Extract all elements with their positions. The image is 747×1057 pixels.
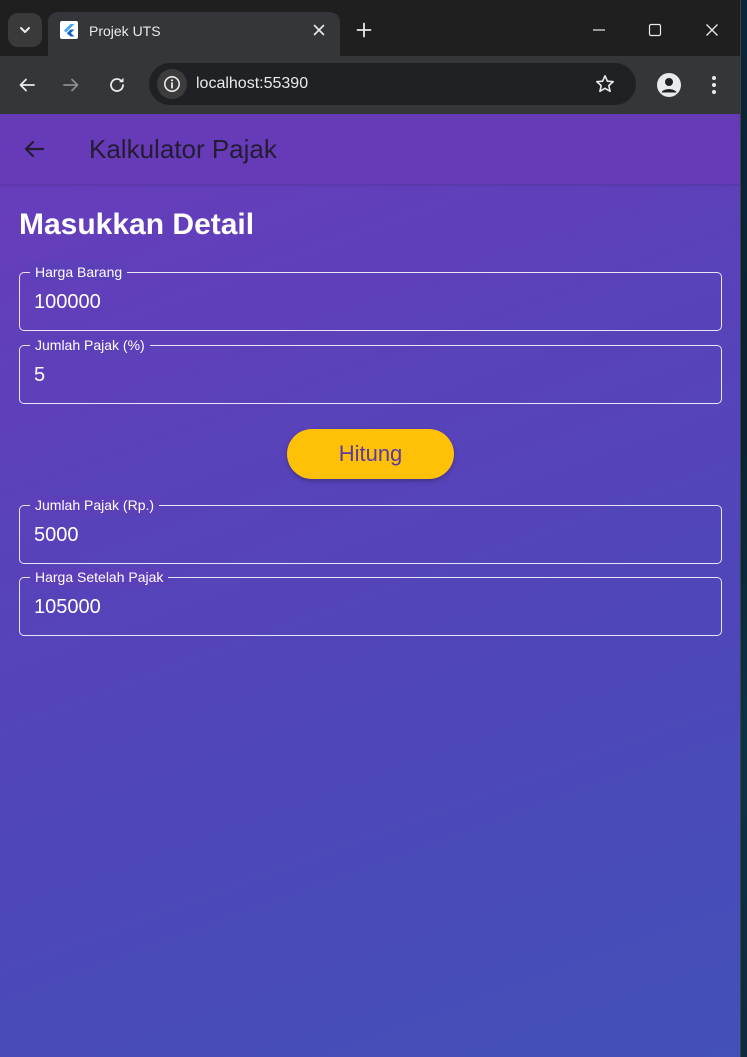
url-text[interactable]: localhost:55390 (196, 75, 308, 93)
app-bar: Kalkulator Pajak (0, 114, 740, 184)
section-heading: Masukkan Detail (19, 208, 255, 241)
hitung-button[interactable]: Hitung (287, 429, 454, 479)
harga-barang-field: Harga Barang (19, 263, 722, 331)
tab-projek-uts[interactable]: Projek UTS (48, 12, 340, 56)
jumlah-pajak-rp-label: Jumlah Pajak (Rp.) (30, 496, 160, 514)
maximize-button[interactable] (643, 18, 667, 42)
address-bar[interactable]: localhost:55390 (149, 63, 636, 105)
browser-menu-button[interactable] (700, 71, 728, 99)
plus-icon (356, 22, 372, 38)
harga-setelah-pajak-field: Harga Setelah Pajak (19, 568, 722, 636)
harga-barang-input[interactable] (34, 289, 704, 315)
reload-icon (110, 77, 124, 92)
tab-search-button[interactable] (8, 13, 42, 47)
close-icon (706, 24, 718, 36)
app-back-button[interactable] (20, 135, 48, 163)
arrow-left-icon (24, 140, 45, 158)
jumlah-pajak-persen-input[interactable] (34, 362, 704, 388)
bookmark-button[interactable] (594, 73, 616, 95)
minimize-icon (593, 29, 605, 31)
person-icon (657, 73, 681, 97)
chevron-down-icon (20, 27, 30, 33)
minimize-button[interactable] (587, 18, 611, 42)
arrow-left-icon (19, 78, 35, 92)
forward-button[interactable] (57, 71, 85, 99)
page-content: Kalkulator Pajak Masukkan Detail Harga B… (0, 114, 740, 1057)
back-button[interactable] (13, 71, 41, 99)
jumlah-pajak-persen-field: Jumlah Pajak (%) (19, 336, 722, 404)
reload-button[interactable] (103, 71, 131, 99)
page-title: Kalkulator Pajak (89, 134, 277, 164)
close-icon (313, 24, 325, 36)
tab-strip: Projek UTS (0, 0, 740, 56)
tab-close-button[interactable] (309, 20, 329, 40)
site-info-button[interactable] (157, 69, 187, 99)
star-icon (596, 75, 614, 93)
harga-barang-label: Harga Barang (30, 263, 128, 281)
jumlah-pajak-persen-label: Jumlah Pajak (%) (30, 336, 150, 354)
desktop-background (741, 0, 747, 1057)
jumlah-pajak-rp-output[interactable] (34, 522, 704, 548)
flutter-logo-icon (60, 21, 78, 39)
window-close-button[interactable] (700, 18, 724, 42)
maximize-icon (648, 23, 662, 37)
new-tab-button[interactable] (352, 18, 376, 42)
arrow-right-icon (63, 78, 79, 92)
harga-setelah-pajak-label: Harga Setelah Pajak (30, 568, 169, 586)
browser-toolbar: localhost:55390 (0, 56, 740, 114)
tab-title: Projek UTS (89, 23, 161, 39)
profile-button[interactable] (655, 71, 683, 99)
browser-window: Projek UTS localhost:55390 Kalkulator Pa… (0, 0, 741, 1057)
info-icon (164, 76, 180, 92)
harga-setelah-pajak-output[interactable] (34, 594, 704, 620)
kebab-menu-icon (712, 76, 716, 94)
jumlah-pajak-rp-field: Jumlah Pajak (Rp.) (19, 496, 722, 564)
